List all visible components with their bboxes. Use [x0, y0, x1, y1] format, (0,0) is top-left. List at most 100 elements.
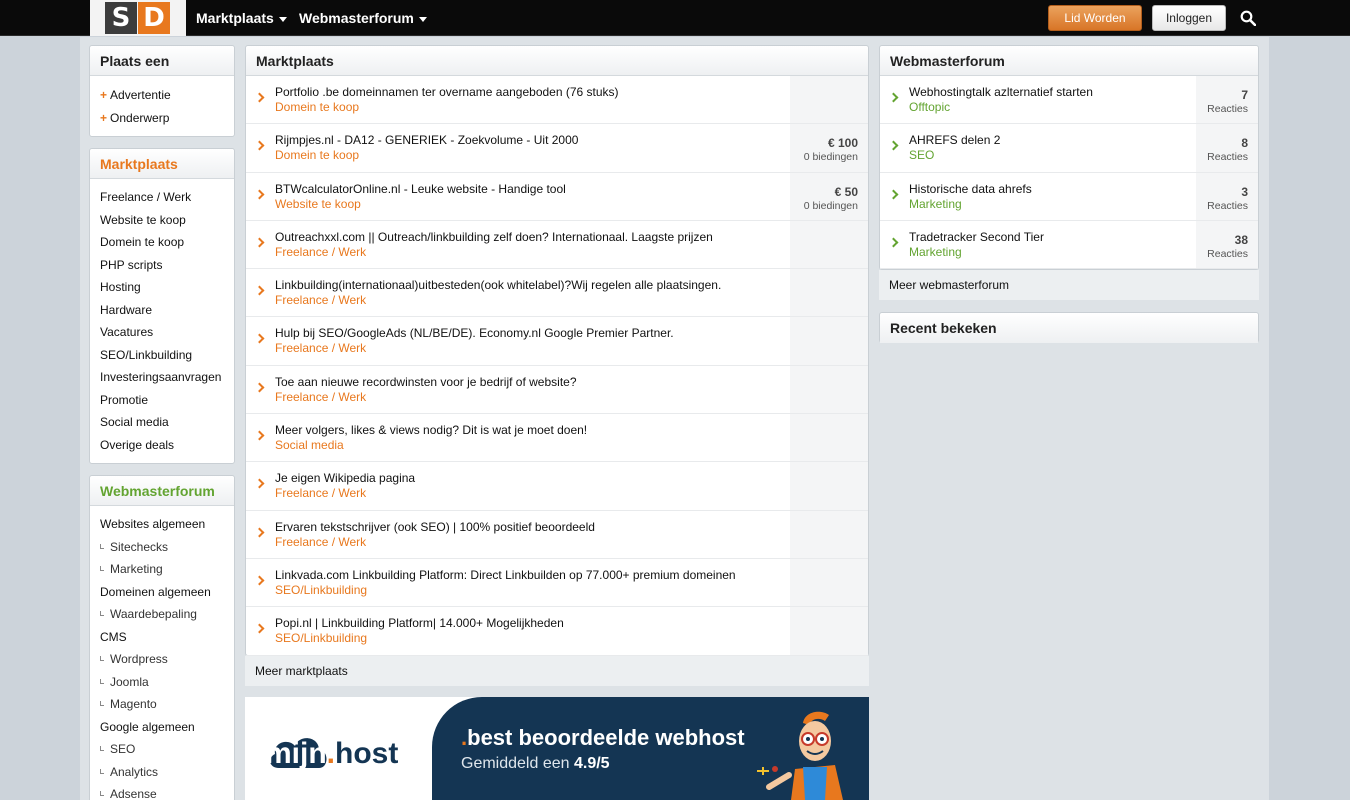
listing-title[interactable]: Linkvada.com Linkbuilding Platform: Dire…	[275, 568, 736, 582]
listing-category[interactable]: Freelance / Werk	[275, 245, 366, 259]
forum-topic-row[interactable]: Historische data ahrefs Marketing 3 Reactie…	[880, 172, 1258, 221]
listing-category[interactable]: SEO/Linkbuilding	[275, 631, 367, 645]
forum-menu-title[interactable]: Webmasterforum	[90, 476, 234, 506]
banner-brand-b: host	[335, 737, 399, 770]
post-advertentie-label: Advertentie	[110, 88, 171, 102]
forum-menu-subitem[interactable]: Joomla	[90, 671, 234, 694]
post-onderwerp-link[interactable]: + Onderwerp	[90, 107, 234, 130]
listing-row[interactable]: Rijmpjes.nl - DA12 - GENERIEK - Zoekvolu…	[246, 124, 868, 173]
forum-menu-subitem[interactable]: Analytics	[90, 761, 234, 784]
more-marktplaats-link[interactable]: Meer marktplaats	[245, 656, 869, 686]
listing-row[interactable]: Linkvada.com Linkbuilding Platform: Dire…	[246, 558, 868, 608]
listing-row[interactable]: Portfolio .be domeinnamen ter overname a…	[246, 76, 868, 125]
forum-menu-subitem[interactable]: SEO	[90, 738, 234, 761]
nav-webmasterforum-label: Webmasterforum	[299, 10, 414, 26]
listing-category[interactable]: Freelance / Werk	[275, 486, 366, 500]
listing-category[interactable]: Social media	[275, 438, 344, 452]
listing-category[interactable]: Domein te koop	[275, 148, 359, 162]
forum-topic-row[interactable]: Webhostingtalk azlternatief starten Offto…	[880, 76, 1258, 125]
marktplaats-menu-item[interactable]: Hardware	[90, 299, 234, 322]
login-button[interactable]: Inloggen	[1152, 5, 1226, 31]
listing-category[interactable]: Freelance / Werk	[275, 341, 366, 355]
listing-category[interactable]: Freelance / Werk	[275, 293, 366, 307]
marktplaats-menu-item[interactable]: Hosting	[90, 276, 234, 299]
listing-title[interactable]: Rijmpjes.nl - DA12 - GENERIEK - Zoekvolu…	[275, 133, 578, 147]
topic-title[interactable]: Webhostingtalk azlternatief starten	[909, 85, 1093, 99]
forum-menu-item[interactable]: Websites algemeen	[90, 513, 234, 536]
listing-category[interactable]: Website te koop	[275, 197, 361, 211]
subitem-corner-icon	[100, 701, 104, 706]
topic-replies-cell: 7 Reacties	[1196, 76, 1258, 124]
forum-menu-subitem[interactable]: Adsense	[90, 783, 234, 800]
listing-price-cell	[790, 269, 868, 317]
listing-row[interactable]: Meer volgers, likes & views nodig? Dit i…	[246, 414, 868, 463]
forum-menu-subitem[interactable]: Magento	[90, 693, 234, 716]
listing-row[interactable]: Ervaren tekstschrijver (ook SEO) | 100% …	[246, 510, 868, 559]
forum-topic-row[interactable]: AHREFS delen 2 SEO 8 Reacties	[880, 124, 1258, 173]
search-icon[interactable]	[1240, 10, 1256, 26]
marktplaats-menu-item[interactable]: Website te koop	[90, 209, 234, 232]
listing-category[interactable]: Domein te koop	[275, 100, 359, 114]
forum-menu-item[interactable]: Google algemeen	[90, 716, 234, 739]
site-logo[interactable]: S D	[90, 0, 186, 36]
listing-title[interactable]: BTWcalculatorOnline.nl - Leuke website -…	[275, 182, 566, 196]
listing-title[interactable]: Portfolio .be domeinnamen ter overname a…	[275, 85, 619, 99]
topic-category[interactable]: SEO	[909, 148, 934, 162]
chevron-right-icon	[254, 623, 265, 634]
forum-menu-subitem[interactable]: Wordpress	[90, 648, 234, 671]
register-button[interactable]: Lid Worden	[1048, 5, 1142, 31]
listing-title[interactable]: Popi.nl | Linkbuilding Platform| 14.000+…	[275, 616, 564, 630]
forum-menu-item[interactable]: Domeinen algemeen	[90, 581, 234, 604]
listing-title[interactable]: Meer volgers, likes & views nodig? Dit i…	[275, 423, 587, 437]
topic-title[interactable]: AHREFS delen 2	[909, 133, 1000, 147]
forum-menu-label: Magento	[110, 697, 157, 711]
listing-title[interactable]: Outreachxxl.com || Outreach/linkbuilding…	[275, 230, 713, 244]
listing-title[interactable]: Je eigen Wikipedia pagina	[275, 471, 415, 485]
marktplaats-menu-item[interactable]: PHP scripts	[90, 254, 234, 277]
listing-row[interactable]: BTWcalculatorOnline.nl - Leuke website -…	[246, 172, 868, 221]
forum-menu-subitem[interactable]: Waardebepaling	[90, 603, 234, 626]
listing-row[interactable]: Linkbuilding(internationaal)uitbesteden(…	[246, 269, 868, 318]
topic-category[interactable]: Marketing	[909, 197, 962, 211]
listing-category[interactable]: Freelance / Werk	[275, 390, 366, 404]
marktplaats-menu-item[interactable]: Social media	[90, 411, 234, 434]
forum-topic-row[interactable]: Tradetracker Second Tier Marketing 38 React…	[880, 220, 1258, 270]
listing-row[interactable]: Toe aan nieuwe recordwinsten voor je bed…	[246, 365, 868, 415]
forum-menu-item[interactable]: CMS	[90, 626, 234, 649]
marktplaats-menu-item[interactable]: Domein te koop	[90, 231, 234, 254]
post-advertentie-link[interactable]: + Advertentie	[90, 84, 234, 107]
marktplaats-menu-item[interactable]: SEO/Linkbuilding	[90, 344, 234, 367]
topic-title[interactable]: Historische data ahrefs	[909, 182, 1032, 196]
reply-label: Reacties	[1207, 151, 1248, 164]
listing-row[interactable]: Outreachxxl.com || Outreach/linkbuilding…	[246, 220, 868, 270]
listing-title[interactable]: Linkbuilding(internationaal)uitbesteden(…	[275, 278, 721, 292]
forum-menu-subitem[interactable]: Sitechecks	[90, 536, 234, 559]
listing-title[interactable]: Ervaren tekstschrijver (ook SEO) | 100% …	[275, 520, 595, 534]
nav-webmasterforum[interactable]: Webmasterforum	[299, 0, 427, 36]
marktplaats-menu-item[interactable]: Overige deals	[90, 434, 234, 457]
listing-row[interactable]: Hulp bij SEO/GoogleAds (NL/BE/DE). Econo…	[246, 317, 868, 366]
nav-marktplaats[interactable]: Marktplaats	[196, 0, 287, 36]
listing-category[interactable]: SEO/Linkbuilding	[275, 583, 367, 597]
topic-category[interactable]: Marketing	[909, 245, 962, 259]
marktplaats-menu-title[interactable]: Marktplaats	[90, 149, 234, 179]
marktplaats-menu-item[interactable]: Vacatures	[90, 321, 234, 344]
listing-category[interactable]: Freelance / Werk	[275, 535, 366, 549]
listing-row[interactable]: Popi.nl | Linkbuilding Platform| 14.000+…	[246, 607, 868, 656]
marktplaats-menu-item[interactable]: Investeringsaanvragen	[90, 366, 234, 389]
ad-banner[interactable]: mijn.host .best beoordeelde webhost Gemi…	[245, 697, 869, 800]
chevron-right-icon	[254, 140, 265, 151]
listing-title[interactable]: Hulp bij SEO/GoogleAds (NL/BE/DE). Econo…	[275, 326, 674, 340]
forum-menu-subitem[interactable]: Marketing	[90, 558, 234, 581]
marktplaats-menu-item[interactable]: Freelance / Werk	[90, 186, 234, 209]
marktplaats-menu-item[interactable]: Promotie	[90, 389, 234, 412]
topic-category[interactable]: Offtopic	[909, 100, 950, 114]
listing-title[interactable]: Toe aan nieuwe recordwinsten voor je bed…	[275, 375, 577, 389]
listing-price-cell: € 50 0 biedingen	[790, 172, 868, 220]
chevron-down-icon	[278, 16, 287, 22]
listing-row[interactable]: Je eigen Wikipedia pagina Freelance / Wer…	[246, 462, 868, 511]
more-webmasterforum-link[interactable]: Meer webmasterforum	[879, 270, 1259, 300]
banner-sub-b: 4.9/5	[573, 755, 610, 772]
topic-title[interactable]: Tradetracker Second Tier	[909, 230, 1044, 244]
nav-marktplaats-label: Marktplaats	[196, 10, 274, 26]
